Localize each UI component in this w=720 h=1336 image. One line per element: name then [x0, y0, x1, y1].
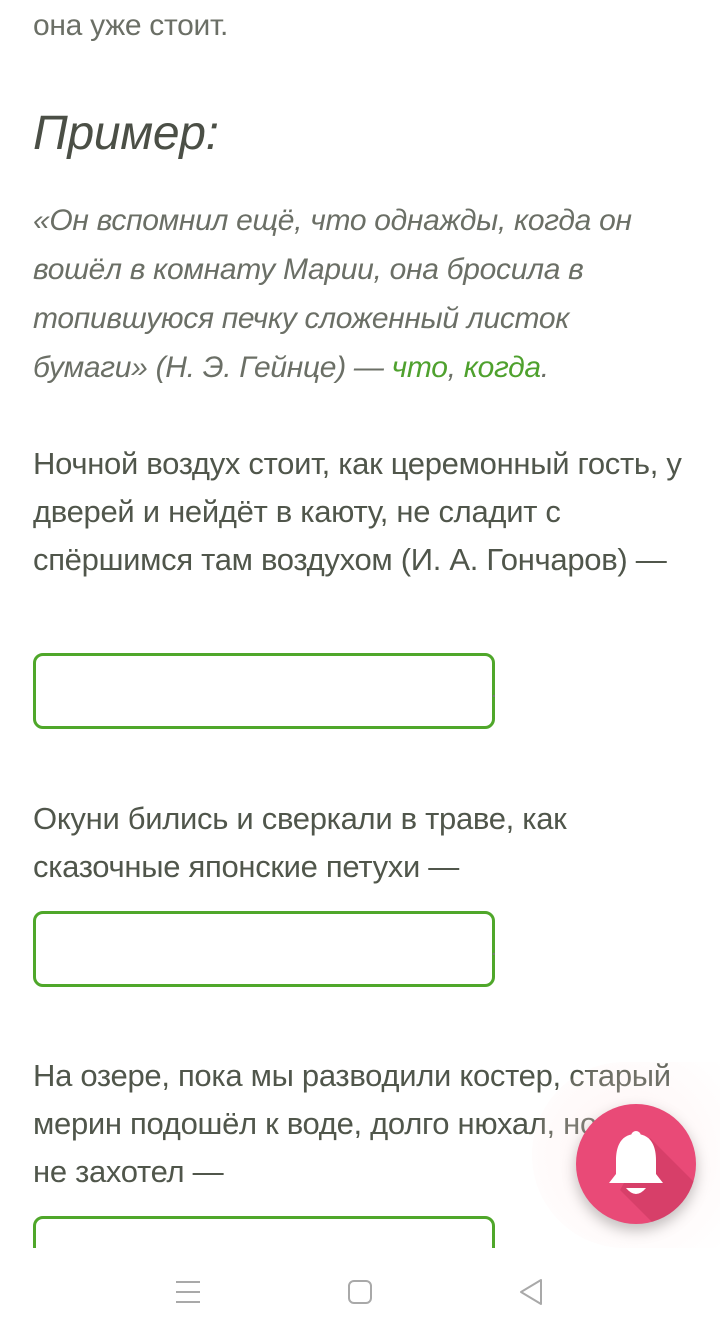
question-1-text: Ночной воздух стоит, как церемонный гост… [33, 446, 682, 577]
bell-icon [609, 1131, 696, 1224]
example-end: . [540, 351, 549, 384]
content-area[interactable]: она уже стоит. Пример: «Он вспомнил ещё,… [0, 0, 720, 1248]
answer-input-1[interactable] [33, 653, 495, 729]
example-heading: Пример: [33, 107, 219, 160]
example-separator: , [447, 351, 464, 384]
notification-bell-button[interactable] [576, 1104, 696, 1224]
previous-text-line: она уже стоит. [33, 9, 229, 42]
page: она уже стоит. Пример: «Он вспомнил ещё,… [0, 0, 720, 1336]
system-navigation-bar [0, 1248, 720, 1336]
example-answer-1: что [391, 351, 448, 384]
question-1-period: . [491, 680, 497, 702]
example-quote: «Он вспомнил ещё, что однажды, когда он … [33, 196, 673, 392]
example-answer-2: когда [463, 351, 541, 384]
home-square-icon[interactable] [340, 1272, 380, 1312]
answer-input-2[interactable] [33, 911, 495, 987]
menu-icon[interactable] [168, 1272, 208, 1312]
back-triangle-icon[interactable] [511, 1272, 551, 1312]
question-2-period: . [491, 938, 497, 960]
question-2-text: Окуни бились и сверкали в траве, как ска… [33, 801, 567, 884]
answer-input-3[interactable] [33, 1216, 495, 1248]
